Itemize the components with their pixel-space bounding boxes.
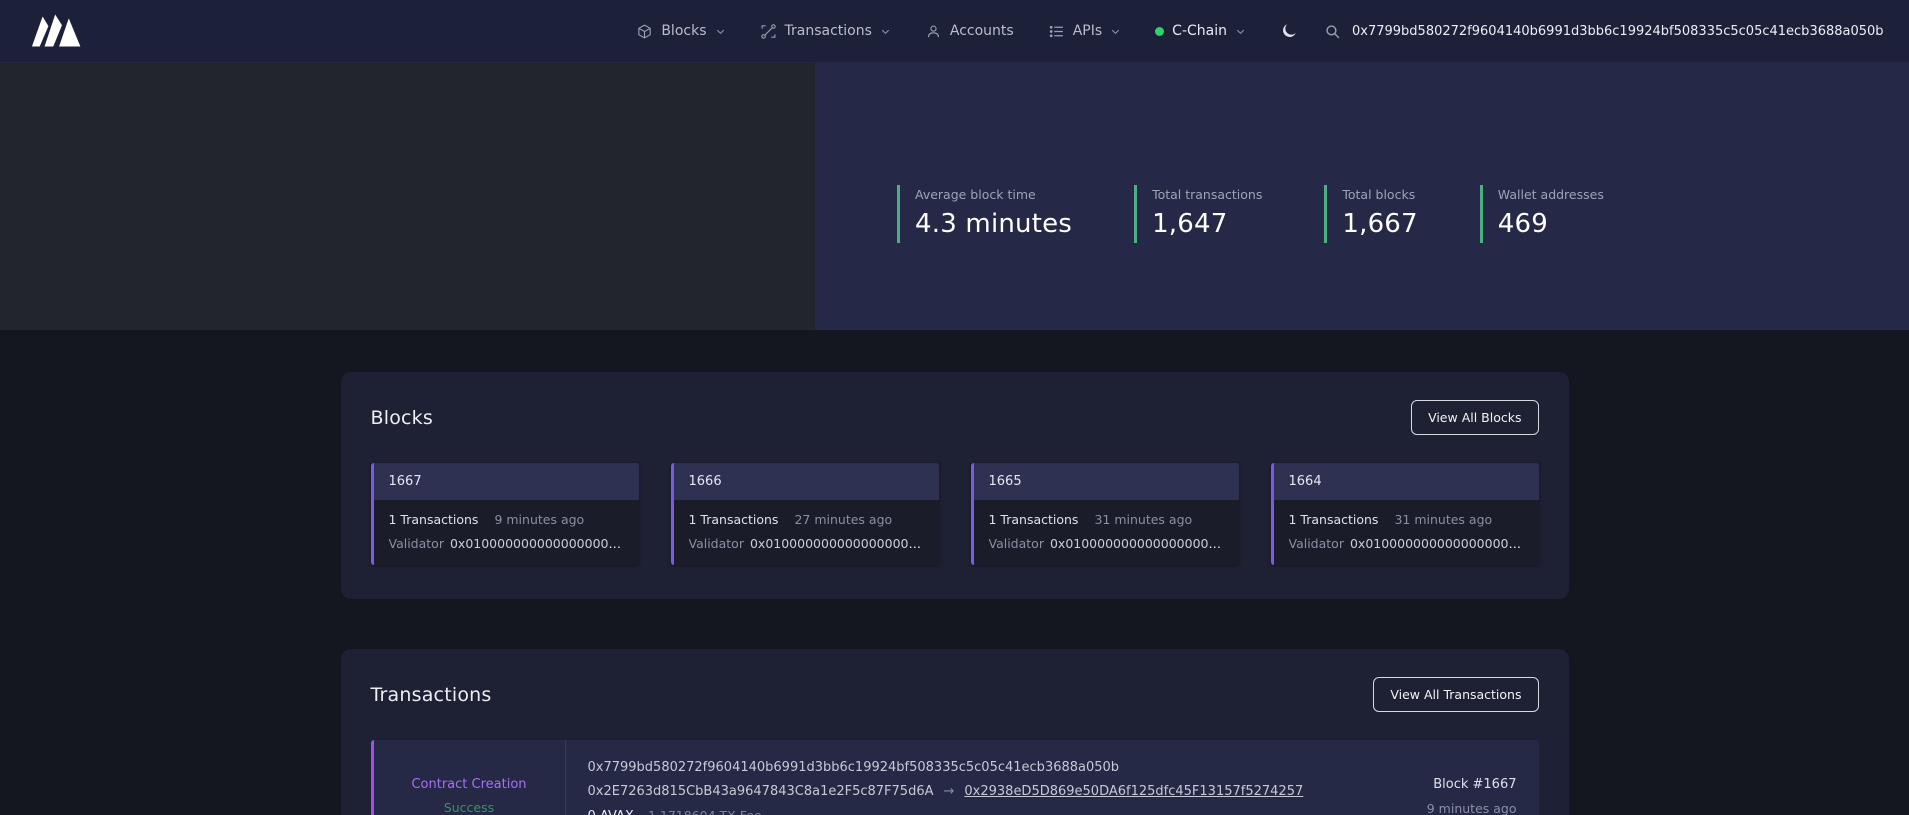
transaction-block-link[interactable]: Block #1667 <box>1391 777 1517 792</box>
transaction-meta: Block #1667 9 minutes ago <box>1369 740 1539 815</box>
blocks-section-header: Blocks View All Blocks <box>371 400 1539 435</box>
stat-wallet-addresses: Wallet addresses 469 <box>1480 185 1604 243</box>
stat-label: Average block time <box>915 187 1072 202</box>
validator-address: 0x010000000000000000000000... <box>1050 536 1224 551</box>
main-nav: Blocks Transactions Accounts <box>636 22 1298 40</box>
nav-item-blocks[interactable]: Blocks <box>636 23 725 40</box>
cube-icon <box>636 23 653 40</box>
validator-label: Validator <box>1289 536 1344 551</box>
block-number[interactable]: 1667 <box>374 463 639 500</box>
block-tx-count: 1 Transactions <box>389 512 479 527</box>
block-tx-count: 1 Transactions <box>689 512 779 527</box>
nav-blocks-label: Blocks <box>661 23 706 39</box>
theme-toggle-button[interactable] <box>1280 22 1298 40</box>
stat-label: Total blocks <box>1342 187 1417 202</box>
block-number[interactable]: 1664 <box>1274 463 1539 500</box>
validator-label: Validator <box>689 536 744 551</box>
block-card-body: 1 Transactions 31 minutes ago Validator 0… <box>1274 500 1539 565</box>
page-content: Blocks View All Blocks 1667 1 Transactio… <box>0 330 1909 815</box>
view-all-transactions-button[interactable]: View All Transactions <box>1373 677 1538 712</box>
block-card-1666[interactable]: 1666 1 Transactions 27 minutes ago Valid… <box>671 463 939 565</box>
view-all-blocks-button[interactable]: View All Blocks <box>1411 400 1538 435</box>
search-bar <box>1324 0 1909 62</box>
chevron-down-icon <box>715 26 726 37</box>
blocks-grid: 1667 1 Transactions 9 minutes ago Valida… <box>371 463 1539 565</box>
user-icon <box>925 23 942 40</box>
chevron-down-icon <box>880 26 891 37</box>
blocks-section: Blocks View All Blocks 1667 1 Transactio… <box>341 372 1569 599</box>
flow-icon <box>760 23 777 40</box>
transaction-amount: 0 AVAX <box>588 809 634 815</box>
block-tx-count: 1 Transactions <box>989 512 1079 527</box>
chain-status-dot-icon <box>1155 27 1164 36</box>
moon-icon <box>1280 22 1298 40</box>
app-root: Blocks Transactions Accounts <box>0 0 1909 815</box>
brand-home-link[interactable] <box>30 13 92 49</box>
arrow-right-icon: → <box>943 784 954 799</box>
block-card-body: 1 Transactions 27 minutes ago Validator 0… <box>674 500 939 565</box>
nav-accounts-label: Accounts <box>950 23 1014 39</box>
top-navbar: Blocks Transactions Accounts <box>0 0 1909 63</box>
avalanche-logo-icon <box>30 13 92 49</box>
stat-value: 1,647 <box>1152 209 1262 239</box>
stat-average-block-time: Average block time 4.3 minutes <box>897 185 1072 243</box>
block-number[interactable]: 1666 <box>674 463 939 500</box>
chevron-down-icon <box>1110 26 1121 37</box>
block-age: 9 minutes ago <box>494 512 584 527</box>
blocks-title: Blocks <box>371 407 434 429</box>
list-icon <box>1048 23 1065 40</box>
block-card-1664[interactable]: 1664 1 Transactions 31 minutes ago Valid… <box>1271 463 1539 565</box>
transaction-hash-link[interactable]: 0x7799bd580272f9604140b6991d3bb6c19924bf… <box>588 760 1347 775</box>
transaction-type: Contract Creation <box>411 777 526 792</box>
search-input[interactable] <box>1352 24 1903 39</box>
from-address-link[interactable]: 0x2E7263d815CbB43a9647843C8a1e2F5c87F75d… <box>588 784 934 799</box>
chain-selector-label: C-Chain <box>1172 23 1227 39</box>
transactions-title: Transactions <box>371 684 492 706</box>
transactions-section: Transactions View All Transactions Contr… <box>341 649 1569 815</box>
validator-address: 0x010000000000000000000000... <box>750 536 924 551</box>
stat-total-transactions: Total transactions 1,647 <box>1134 185 1262 243</box>
search-icon[interactable] <box>1324 23 1341 40</box>
transaction-status-badge: Success <box>444 800 494 815</box>
network-stats-panel: Average block time 4.3 minutes Total tra… <box>815 63 1909 330</box>
block-number[interactable]: 1665 <box>974 463 1239 500</box>
nav-item-apis[interactable]: APIs <box>1048 23 1121 40</box>
hero-section: Average block time 4.3 minutes Total tra… <box>0 63 1909 330</box>
transaction-details: 0x7799bd580272f9604140b6991d3bb6c19924bf… <box>566 740 1369 815</box>
block-tx-count: 1 Transactions <box>1289 512 1379 527</box>
block-age: 31 minutes ago <box>1394 512 1492 527</box>
validator-address: 0x010000000000000000000000... <box>450 536 624 551</box>
transaction-age: 9 minutes ago <box>1391 801 1517 815</box>
stat-value: 469 <box>1498 209 1604 239</box>
transaction-type-cell: Contract Creation Success <box>374 740 566 815</box>
validator-address: 0x010000000000000000000000... <box>1350 536 1524 551</box>
block-card-body: 1 Transactions 31 minutes ago Validator 0… <box>974 500 1239 565</box>
block-card-body: 1 Transactions 9 minutes ago Validator 0x… <box>374 500 639 565</box>
block-card-1665[interactable]: 1665 1 Transactions 31 minutes ago Valid… <box>971 463 1239 565</box>
block-age: 27 minutes ago <box>794 512 892 527</box>
block-age: 31 minutes ago <box>1094 512 1192 527</box>
chevron-down-icon <box>1235 26 1246 37</box>
stat-label: Total transactions <box>1152 187 1262 202</box>
chain-selector[interactable]: C-Chain <box>1155 23 1246 39</box>
transaction-fee: 1.1718604 TX Fee <box>648 808 762 815</box>
stat-total-blocks: Total blocks 1,667 <box>1324 185 1417 243</box>
transactions-section-header: Transactions View All Transactions <box>371 677 1539 712</box>
validator-label: Validator <box>389 536 444 551</box>
stat-value: 4.3 minutes <box>915 209 1072 239</box>
transaction-row[interactable]: Contract Creation Success 0x7799bd580272… <box>371 740 1539 815</box>
nav-item-accounts[interactable]: Accounts <box>925 23 1014 40</box>
stat-label: Wallet addresses <box>1498 187 1604 202</box>
nav-apis-label: APIs <box>1073 23 1102 39</box>
stat-value: 1,667 <box>1342 209 1417 239</box>
nav-transactions-label: Transactions <box>785 23 872 39</box>
validator-label: Validator <box>989 536 1044 551</box>
nav-item-transactions[interactable]: Transactions <box>760 23 891 40</box>
block-card-1667[interactable]: 1667 1 Transactions 9 minutes ago Valida… <box>371 463 639 565</box>
to-address-link[interactable]: 0x2938eD5D869e50DA6f125dfc45F13157f52742… <box>964 784 1303 799</box>
